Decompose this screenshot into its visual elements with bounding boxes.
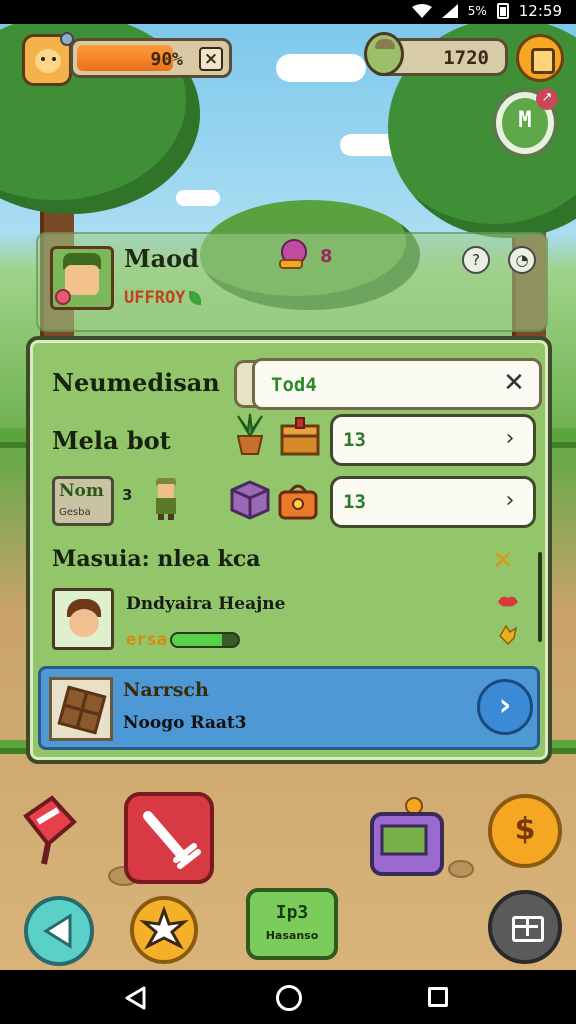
status-bar: 5% 12:59 — [0, 0, 576, 24]
quest-progress-bar — [170, 632, 240, 648]
search-field[interactable]: ✕ — [252, 358, 542, 410]
coin-amount: 1720 — [443, 47, 489, 69]
plant-icon — [236, 413, 264, 455]
cube-icon — [230, 480, 270, 520]
row3-quantity: 13 — [343, 491, 366, 513]
m-button[interactable]: M ↗ — [492, 88, 558, 158]
gold-leaf-icon — [499, 624, 518, 646]
clock-time: 12:59 — [518, 2, 562, 20]
signal-icon — [441, 4, 458, 18]
character-icon — [156, 478, 176, 520]
coin-button[interactable]: $ — [488, 794, 562, 868]
red-gem-icon — [498, 596, 518, 607]
clock-icon[interactable]: ◔ — [508, 246, 536, 274]
nav-home-icon[interactable] — [276, 985, 302, 1011]
profile-name: Maod — [124, 244, 199, 273]
quest-npc-name: Dndyaira Heajne — [126, 594, 286, 614]
profile-panel: Maod UFFROY 8 ? ◔ — [36, 232, 548, 332]
energy-close-button[interactable]: × — [199, 47, 223, 71]
nav-back-icon[interactable] — [124, 986, 146, 1010]
nav-recents-icon[interactable] — [428, 987, 448, 1007]
quest-progress-fill — [172, 634, 222, 646]
center-action-button[interactable]: Ip3 Hasanso — [246, 888, 338, 960]
quest-title: Masuia: nlea kca — [52, 546, 261, 572]
scrollbar[interactable] — [538, 552, 542, 642]
android-nav-bar — [0, 970, 576, 1024]
burst-icon — [139, 905, 189, 950]
row3-tag: Nom Gesba — [52, 476, 114, 526]
bag-icon — [278, 484, 318, 520]
chest-icon — [280, 417, 320, 456]
back-icon — [43, 913, 72, 949]
energy-bar: 90% × — [70, 38, 232, 78]
center-action-bottom: Hasanso — [265, 929, 319, 942]
game-scene: 90% × 1720 M ↗ Maod UFFROY 8 ? ◔ Neumedi… — [0, 24, 576, 970]
chevron-right-icon: › — [505, 426, 515, 451]
burst-button[interactable] — [130, 896, 198, 964]
back-button[interactable] — [24, 896, 94, 966]
chocolate-icon — [49, 677, 113, 741]
energy-percent: 90% — [150, 49, 183, 70]
cloud — [276, 54, 366, 82]
row3-tag-count: 3 — [122, 486, 133, 504]
help-icon[interactable]: ? — [462, 246, 490, 274]
center-action-top: Ip3 — [275, 902, 309, 923]
featured-title: Narrsch — [123, 679, 209, 701]
wrench-icon — [143, 811, 201, 869]
row3-quantity-field[interactable]: 13 › — [330, 476, 536, 528]
featured-item-card[interactable]: Narrsch Noogo Raat3 › — [38, 666, 540, 750]
gem-count: 8 — [320, 246, 333, 267]
quest-close-button[interactable]: ✕ — [492, 546, 514, 576]
grid-icon — [526, 918, 529, 936]
row1-title: Neumedisan — [52, 368, 220, 397]
quest-progress-label: ersa — [126, 630, 167, 650]
leaf-icon — [189, 291, 202, 305]
pebble — [448, 860, 474, 878]
row3-tag-subtitle: Gesba — [59, 507, 91, 518]
menu-button[interactable] — [516, 34, 564, 82]
row2-quantity-field[interactable]: 13 › — [330, 414, 536, 466]
profile-subtitle: UFFROY — [124, 288, 202, 308]
radio-icon[interactable] — [368, 796, 446, 880]
featured-go-button[interactable]: › — [477, 679, 533, 735]
profile-picture[interactable] — [50, 246, 114, 310]
wrench-button[interactable] — [124, 792, 214, 884]
gem-icon — [279, 239, 307, 269]
grid-button[interactable] — [488, 890, 562, 964]
row2-quantity: 13 — [343, 429, 366, 451]
wifi-icon — [411, 4, 432, 18]
battery-percent: 5% — [467, 4, 487, 18]
featured-subtitle: Noogo Raat3 — [123, 713, 247, 733]
search-input[interactable] — [271, 369, 491, 401]
chevron-right-icon: › — [505, 488, 515, 513]
row2-title: Mela bot — [52, 426, 171, 455]
m-button-badge: ↗ — [536, 88, 558, 110]
quest-npc-portrait — [52, 588, 114, 650]
cloud — [176, 190, 220, 206]
clear-search-button[interactable]: ✕ — [499, 369, 529, 399]
coin-character-icon — [364, 32, 404, 76]
row3-tag-title: Nom — [59, 481, 104, 501]
axe-icon[interactable] — [18, 792, 86, 868]
battery-icon — [496, 3, 509, 19]
inventory-panel: Neumedisan ✕ Mela bot 13 › Nom Gesba 3 — [26, 336, 552, 764]
